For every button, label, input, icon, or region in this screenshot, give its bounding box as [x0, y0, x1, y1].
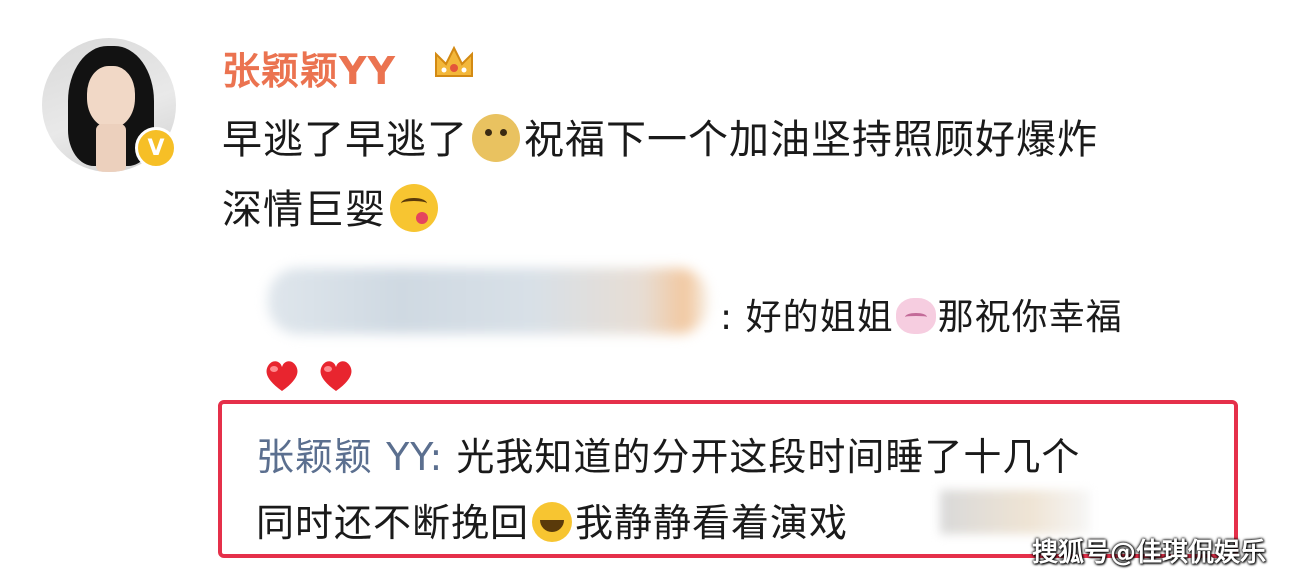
quoted-reply-text: 光我知道的分开这段时间睡了十几个	[456, 435, 1081, 479]
reply-text: : 好的姐姐 那祝你幸福	[720, 288, 1123, 340]
post-text: 早逃了早逃了 祝福下一个加油坚持照顾好爆炸 深情巨婴	[222, 105, 1272, 245]
blurred-content	[940, 490, 1090, 534]
post-text-segment: 祝福下一个加油坚持照顾好爆炸	[524, 117, 1098, 163]
post-text-segment: 早逃了早逃了	[222, 117, 468, 163]
watermark: 搜狐号@佳琪侃娱乐	[1032, 538, 1267, 568]
username[interactable]: 张颖颖YY	[222, 40, 396, 95]
reply-text-segment: 那祝你幸福	[937, 297, 1123, 338]
quoted-reply-line-1: 张颖颖 YY: 光我知道的分开这段时间睡了十几个	[256, 424, 1236, 490]
quoted-reply-text: 同时还不断挽回	[256, 501, 530, 545]
doge-emoji-icon	[472, 114, 520, 162]
laugh-emoji-icon	[532, 501, 573, 542]
post-text-segment: 深情巨婴	[222, 187, 386, 233]
heart-icon	[266, 361, 298, 391]
post-line-2: 深情巨婴	[222, 175, 1272, 245]
reply-text-segment: 好的姐姐	[745, 297, 894, 338]
quoted-reply-author[interactable]: 张颖颖 YY:	[256, 435, 443, 479]
reply-colon: :	[720, 297, 734, 338]
quoted-reply-text: 我静静看着演戏	[575, 501, 849, 545]
avatar-neck	[96, 124, 126, 172]
heart-icon	[320, 361, 352, 391]
bunny-emoji-icon	[895, 298, 936, 334]
blurred-username	[268, 268, 708, 334]
yum-emoji-icon	[390, 184, 438, 232]
post-line-1: 早逃了早逃了 祝福下一个加油坚持照顾好爆炸	[222, 105, 1272, 175]
verified-badge-icon: V	[135, 127, 177, 169]
avatar-face	[87, 66, 135, 128]
crown-icon	[435, 45, 473, 77]
